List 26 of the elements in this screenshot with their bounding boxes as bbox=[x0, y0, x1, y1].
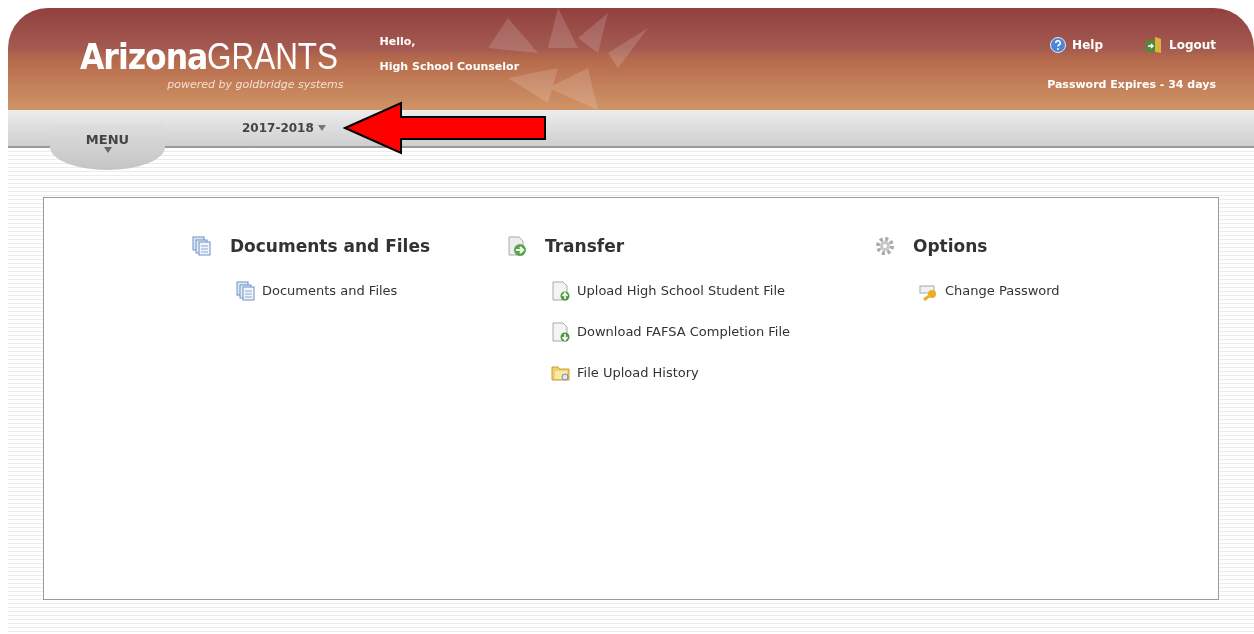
menu-link[interactable]: File Upload History bbox=[551, 362, 875, 383]
menu-link[interactable]: Download FAFSA Completion File bbox=[551, 321, 875, 342]
file-upload-icon bbox=[551, 280, 571, 301]
logo-text: Arizona bbox=[80, 38, 208, 76]
password-expiry-notice: Password Expires - 34 days bbox=[1047, 78, 1216, 91]
user-role: High School Counselor bbox=[379, 60, 520, 73]
section-title: Transfer bbox=[545, 236, 625, 256]
caret-icon bbox=[317, 125, 326, 131]
logo-tagline: powered by goldbridge systems bbox=[167, 78, 344, 91]
door-icon bbox=[1145, 36, 1163, 54]
logo-text: GRANTS bbox=[207, 38, 339, 76]
help-icon bbox=[1050, 37, 1067, 53]
menu-link[interactable]: Change Password bbox=[919, 280, 1218, 301]
documents-icon bbox=[192, 236, 212, 256]
logout-link[interactable]: Logout bbox=[1145, 36, 1216, 54]
section-title: Options bbox=[913, 236, 988, 256]
year-dropdown[interactable]: 2017-2018 bbox=[242, 120, 326, 136]
greeting-text: Hello, bbox=[379, 35, 417, 48]
settings-icon bbox=[875, 236, 895, 256]
file-download-icon bbox=[551, 321, 571, 342]
help-link[interactable]: Help bbox=[1050, 37, 1103, 53]
menu-link[interactable]: Upload High School Student File bbox=[551, 280, 875, 301]
section-title: Documents and Files bbox=[230, 236, 431, 256]
menu-link[interactable]: Documents and Files bbox=[236, 280, 507, 301]
documents-icon bbox=[236, 280, 256, 301]
page-arrow-icon bbox=[507, 236, 527, 256]
